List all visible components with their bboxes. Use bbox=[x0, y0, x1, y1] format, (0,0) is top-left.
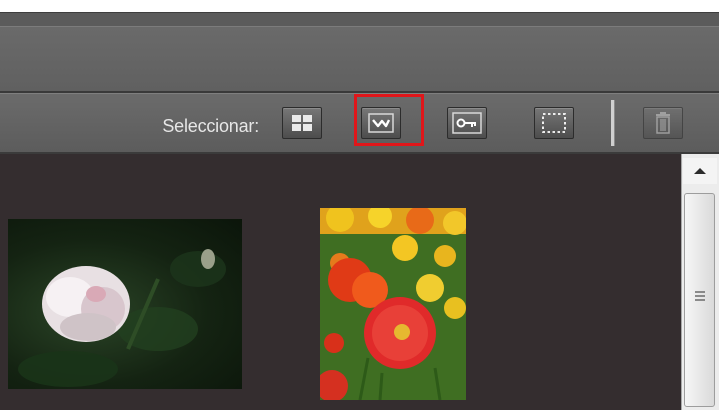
red-and-yellow-poppies-photo[interactable] bbox=[320, 208, 466, 400]
key-icon bbox=[452, 112, 482, 134]
dashed-rectangle-icon bbox=[542, 113, 566, 133]
trash-icon bbox=[656, 112, 670, 134]
grid-icon bbox=[292, 115, 312, 131]
rose-image bbox=[18, 249, 226, 387]
grip-lines-icon bbox=[695, 291, 705, 301]
white-rose-photo[interactable] bbox=[8, 219, 242, 389]
grid-view-button[interactable] bbox=[282, 107, 322, 139]
delete-button[interactable] bbox=[643, 107, 683, 139]
select-label: Seleccionar: bbox=[162, 116, 259, 136]
arrow-up-icon bbox=[694, 168, 706, 174]
marquee-select-button[interactable] bbox=[534, 107, 574, 139]
toolbar-separator bbox=[611, 100, 615, 146]
window-top-edge bbox=[0, 0, 719, 13]
scroll-up-button[interactable] bbox=[683, 158, 717, 184]
poppies-image bbox=[320, 208, 466, 400]
window-right-edge bbox=[719, 0, 725, 410]
highlight-box bbox=[354, 94, 424, 146]
key-select-button[interactable] bbox=[447, 107, 487, 139]
header-panel bbox=[0, 26, 719, 93]
